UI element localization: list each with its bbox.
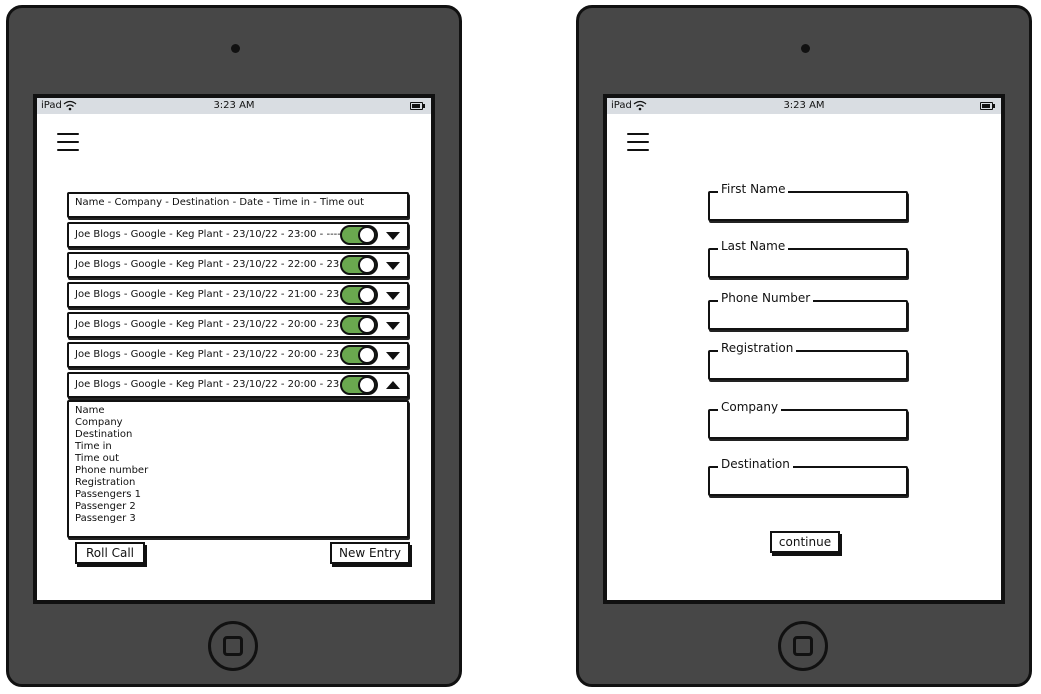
row-text: Joe Blogs - Google - Keg Plant - 23/10/2… (75, 259, 356, 270)
detail-item: Destination (75, 429, 133, 440)
battery-icon (410, 102, 425, 110)
check-in-toggle[interactable] (340, 225, 378, 245)
field-label: Phone Number (718, 291, 814, 305)
camera-icon (801, 44, 810, 53)
row-text: Joe Blogs - Google - Keg Plant - 23/10/2… (75, 379, 356, 390)
caret-down-icon[interactable] (386, 292, 400, 300)
home-button[interactable] (208, 621, 258, 671)
detail-item: Passengers 1 (75, 489, 141, 500)
last-name-field[interactable]: Last Name (708, 239, 908, 278)
table-row[interactable]: Joe Blogs - Google - Keg Plant - 23/10/2… (67, 222, 409, 248)
detail-item: Registration (75, 477, 136, 488)
company-field[interactable]: Company (708, 400, 908, 439)
new-entry-button[interactable]: New Entry (330, 542, 410, 564)
phone-number-field[interactable]: Phone Number (708, 291, 908, 330)
table-row[interactable]: Joe Blogs - Google - Keg Plant - 23/10/2… (67, 312, 409, 338)
detail-item: Time in (75, 441, 112, 452)
field-label: Company (718, 400, 782, 414)
first-name-field[interactable]: First Name (708, 182, 908, 221)
caret-down-icon[interactable] (386, 352, 400, 360)
hamburger-menu-icon[interactable] (627, 133, 649, 153)
battery-icon (980, 102, 995, 110)
field-label: Registration (718, 341, 797, 355)
table-row-expanded[interactable]: Joe Blogs - Google - Keg Plant - 23/10/2… (67, 372, 409, 398)
check-in-toggle[interactable] (340, 285, 378, 305)
detail-item: Name (75, 405, 105, 416)
camera-icon (231, 44, 240, 53)
check-in-toggle[interactable] (340, 375, 378, 395)
caret-down-icon[interactable] (386, 232, 400, 240)
detail-item: Time out (75, 453, 120, 464)
detail-item: Passenger 2 (75, 501, 136, 512)
row-text: Joe Blogs - Google - Keg Plant - 23/10/2… (75, 289, 356, 300)
ipad-frame-right: iPad 3:23 AM First Name Last Name Phone … (576, 5, 1032, 687)
registration-field[interactable]: Registration (708, 341, 908, 380)
hamburger-menu-icon[interactable] (57, 133, 79, 153)
row-details-panel: Name Company Destination Time in Time ou… (67, 400, 409, 538)
check-in-toggle[interactable] (340, 345, 378, 365)
status-bar: iPad 3:23 AM (607, 98, 1001, 114)
check-in-toggle[interactable] (340, 255, 378, 275)
table-row[interactable]: Joe Blogs - Google - Keg Plant - 23/10/2… (67, 282, 409, 308)
screen-right: iPad 3:23 AM First Name Last Name Phone … (603, 94, 1005, 604)
home-button[interactable] (778, 621, 828, 671)
detail-item: Company (75, 417, 123, 428)
row-text: Joe Blogs - Google - Keg Plant - 23/10/2… (75, 229, 341, 240)
status-time: 3:23 AM (783, 100, 825, 111)
list-header: Name - Company - Destination - Date - Ti… (67, 192, 409, 218)
caret-up-icon[interactable] (386, 381, 400, 389)
ipad-frame-left: iPad 3:23 AM Name - Company - Destinatio… (6, 5, 462, 687)
field-label: Last Name (718, 239, 789, 253)
row-text: Joe Blogs - Google - Keg Plant - 23/10/2… (75, 349, 356, 360)
status-bar: iPad 3:23 AM (37, 98, 431, 114)
field-label: First Name (718, 182, 789, 196)
caret-down-icon[interactable] (386, 322, 400, 330)
caret-down-icon[interactable] (386, 262, 400, 270)
row-text: Joe Blogs - Google - Keg Plant - 23/10/2… (75, 319, 356, 330)
continue-button[interactable]: continue (770, 531, 840, 553)
table-row[interactable]: Joe Blogs - Google - Keg Plant - 23/10/2… (67, 342, 409, 368)
roll-call-button[interactable]: Roll Call (75, 542, 145, 564)
field-label: Destination (718, 457, 793, 471)
detail-item: Phone number (75, 465, 149, 476)
detail-item: Passenger 3 (75, 513, 136, 524)
destination-field[interactable]: Destination (708, 457, 908, 496)
screen-left: iPad 3:23 AM Name - Company - Destinatio… (33, 94, 435, 604)
status-time: 3:23 AM (213, 100, 255, 111)
table-row[interactable]: Joe Blogs - Google - Keg Plant - 23/10/2… (67, 252, 409, 278)
check-in-toggle[interactable] (340, 315, 378, 335)
